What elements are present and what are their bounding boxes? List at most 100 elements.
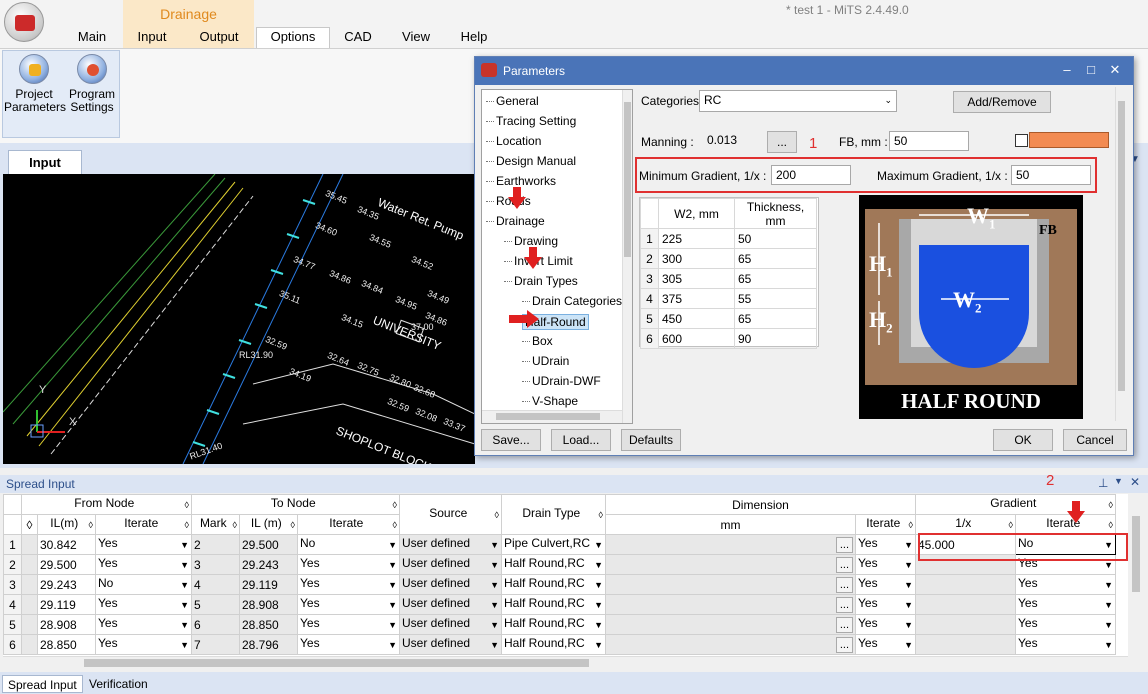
header-to-node[interactable]: To Node ◊: [191, 494, 400, 515]
w2-thickness-grid[interactable]: W2, mm Thickness, mm 1 225 50 2 300 65 3 305 6…: [639, 197, 819, 349]
source-cell[interactable]: User defined ▼: [399, 534, 502, 555]
to-iterate-cell[interactable]: No ▼: [297, 534, 400, 555]
dimension-cell[interactable]: ...: [605, 574, 856, 595]
thickness-cell[interactable]: 65: [734, 248, 817, 269]
source-cell[interactable]: User defined ▼: [399, 554, 502, 575]
gradient-iterate-cell[interactable]: Yes ▼: [1015, 634, 1116, 655]
thickness-cell[interactable]: 65: [734, 268, 817, 289]
header-gradient-iterate[interactable]: Iterate ◊: [1015, 514, 1116, 535]
dimension-cell[interactable]: ...: [605, 594, 856, 615]
tree-item-design-manual[interactable]: Design Manual: [486, 154, 576, 168]
close-icon[interactable]: ✕: [1130, 475, 1140, 489]
tree-scroll-thumb[interactable]: [624, 102, 631, 257]
tree-item-drain-categories[interactable]: Drain Categories: [522, 294, 622, 308]
drain-type-cell[interactable]: Half Round,RC ▼: [501, 554, 606, 575]
header-drain-type[interactable]: Drain Type ◊: [501, 494, 606, 535]
source-cell[interactable]: User defined ▼: [399, 574, 502, 595]
to-il-cell[interactable]: 28.908: [239, 594, 298, 615]
tab-input-panel[interactable]: Input: [8, 150, 82, 174]
table-row[interactable]: 3 305 65: [640, 268, 817, 289]
header-mark[interactable]: Mark ◊: [191, 514, 240, 535]
mark-cell[interactable]: 3: [191, 554, 240, 575]
source-cell[interactable]: User defined ▼: [399, 634, 502, 655]
from-il-cell[interactable]: 28.850: [37, 634, 96, 655]
cancel-button[interactable]: Cancel: [1063, 429, 1127, 451]
tree-item-drainage[interactable]: Drainage: [486, 214, 545, 228]
gradient-cell[interactable]: [915, 634, 1016, 655]
tab-cad[interactable]: CAD: [340, 28, 376, 48]
from-iterate-cell[interactable]: No ▼: [95, 574, 192, 595]
tab-verification[interactable]: Verification: [84, 675, 153, 693]
w2-cell[interactable]: 305: [658, 268, 735, 289]
from-il-cell[interactable]: 29.243: [37, 574, 96, 595]
dim-iterate-cell[interactable]: Yes ▼: [855, 554, 916, 575]
maximize-icon[interactable]: □: [1079, 59, 1103, 81]
header-from-node[interactable]: From Node ◊: [21, 494, 192, 515]
drain-type-cell[interactable]: Half Round,RC ▼: [501, 594, 606, 615]
w2-cell[interactable]: 225: [658, 228, 735, 249]
header-from-iterate[interactable]: Iterate ◊: [95, 514, 192, 535]
to-iterate-cell[interactable]: Yes ▼: [297, 594, 400, 615]
w2-cell[interactable]: 450: [658, 308, 735, 329]
header-from-il[interactable]: IL(m) ◊: [37, 514, 96, 535]
header-sort[interactable]: ◊: [21, 514, 38, 535]
mark-cell[interactable]: 4: [191, 574, 240, 595]
gradient-iterate-cell[interactable]: Yes ▼: [1015, 594, 1116, 615]
dimension-browse-button[interactable]: ...: [835, 576, 853, 593]
to-iterate-cell[interactable]: Yes ▼: [297, 634, 400, 655]
add-remove-button[interactable]: Add/Remove: [953, 91, 1051, 113]
thickness-cell[interactable]: 90: [734, 328, 817, 349]
mark-cell[interactable]: 2: [191, 534, 240, 555]
table-row[interactable]: 1 225 50: [640, 228, 817, 249]
table-row[interactable]: 5 28.908 Yes ▼ 6 28.850 Yes ▼ User defined ▼ Half …: [3, 614, 1116, 635]
dimension-cell[interactable]: ...: [605, 634, 856, 655]
tab-spread-input[interactable]: Spread Input: [2, 675, 83, 693]
row-select[interactable]: [21, 614, 38, 635]
tree-item-box[interactable]: Box: [522, 334, 553, 348]
header-gradient[interactable]: Gradient ◊: [915, 494, 1116, 515]
color-swatch[interactable]: [1029, 132, 1109, 148]
to-il-cell[interactable]: 29.500: [239, 534, 298, 555]
table-row[interactable]: 5 450 65: [640, 308, 817, 329]
dimension-cell[interactable]: ...: [605, 614, 856, 635]
dim-iterate-cell[interactable]: Yes ▼: [855, 614, 916, 635]
dim-iterate-cell[interactable]: Yes ▼: [855, 534, 916, 555]
gradient-cell[interactable]: [915, 614, 1016, 635]
from-iterate-cell[interactable]: Yes ▼: [95, 554, 192, 575]
tree-item-drain-types[interactable]: Drain Types: [504, 274, 578, 288]
row-select[interactable]: [21, 634, 38, 655]
drain-type-cell[interactable]: Half Round,RC ▼: [501, 574, 606, 595]
drain-type-cell[interactable]: Half Round,RC ▼: [501, 634, 606, 655]
spread-vscroll-thumb[interactable]: [1132, 516, 1140, 592]
gradient-cell[interactable]: [915, 574, 1016, 595]
drain-type-cell[interactable]: Pipe Culvert,RC ▼: [501, 534, 606, 555]
dialog-titlebar[interactable]: Parameters ‒ □ ✕: [475, 57, 1133, 85]
max-gradient-input[interactable]: 50: [1011, 165, 1091, 185]
header-dimension-mm[interactable]: mm: [605, 514, 856, 535]
tree-item-general[interactable]: General: [486, 94, 539, 108]
tree-item-location[interactable]: Location: [486, 134, 541, 148]
thickness-cell[interactable]: 55: [734, 288, 817, 309]
table-row[interactable]: 2 300 65: [640, 248, 817, 269]
dialog-scroll-thumb[interactable]: [1118, 101, 1125, 391]
min-gradient-input[interactable]: 200: [771, 165, 851, 185]
source-cell[interactable]: User defined ▼: [399, 594, 502, 615]
tab-options[interactable]: Options: [256, 27, 330, 49]
app-logo[interactable]: [4, 2, 44, 42]
save-button[interactable]: Save...: [481, 429, 541, 451]
gradient-iterate-cell[interactable]: Yes ▼: [1015, 574, 1116, 595]
to-il-cell[interactable]: 28.850: [239, 614, 298, 635]
header-to-iterate[interactable]: Iterate ◊: [297, 514, 400, 535]
header-dimension[interactable]: Dimension: [605, 494, 916, 515]
row-select[interactable]: [21, 554, 38, 575]
row-select[interactable]: [21, 534, 38, 555]
dimension-browse-button[interactable]: ...: [835, 556, 853, 573]
to-iterate-cell[interactable]: Yes ▼: [297, 554, 400, 575]
dimension-browse-button[interactable]: ...: [835, 596, 853, 613]
load-button[interactable]: Load...: [551, 429, 611, 451]
tree-item-udrain[interactable]: UDrain: [522, 354, 569, 368]
drain-type-cell[interactable]: Half Round,RC ▼: [501, 614, 606, 635]
to-iterate-cell[interactable]: Yes ▼: [297, 574, 400, 595]
table-row[interactable]: 3 29.243 No ▼ 4 29.119 Yes ▼ User defined ▼ Half R…: [3, 574, 1116, 595]
tree-item-drawing[interactable]: Drawing: [504, 234, 558, 248]
